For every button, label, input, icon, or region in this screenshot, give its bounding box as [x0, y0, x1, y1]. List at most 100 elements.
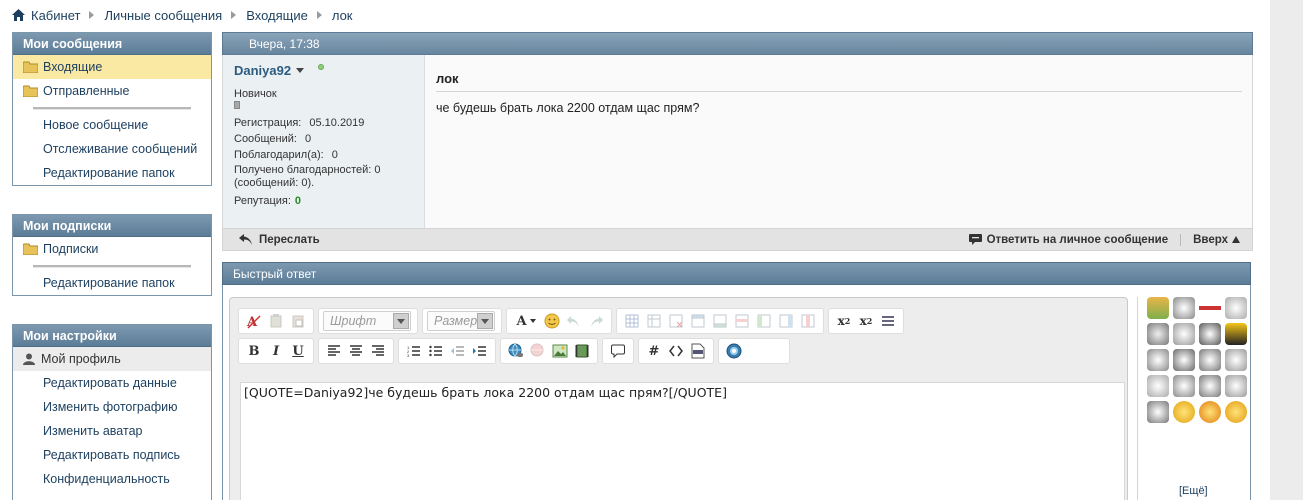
sidebar-link-privacy[interactable]: Конфиденциальность: [13, 467, 211, 491]
row-above-icon[interactable]: [687, 310, 709, 332]
align-right-icon[interactable]: [367, 340, 389, 362]
message-text: че будешь брать лока 2200 отдам щас прям…: [436, 101, 700, 115]
home-icon[interactable]: [12, 9, 25, 21]
toolbar-group: 123: [398, 338, 496, 364]
bold-icon[interactable]: B: [243, 340, 265, 362]
row-delete-icon[interactable]: [731, 310, 753, 332]
video-icon[interactable]: [571, 340, 593, 362]
sidebar-link-edit-signature[interactable]: Редактировать подпись: [13, 443, 211, 467]
meme-face-icon[interactable]: [1199, 349, 1221, 371]
received-thanks: Получено благодарностей: 0: [234, 164, 381, 176]
toolbar-group: Шрифт: [318, 308, 418, 334]
top-button[interactable]: Вверх: [1193, 234, 1240, 246]
subscript-icon[interactable]: x2: [833, 310, 855, 332]
sidebar-item-subscriptions[interactable]: Подписки: [13, 237, 211, 261]
code-icon[interactable]: [665, 340, 687, 362]
denied-icon[interactable]: [1199, 297, 1221, 319]
toolbar-group: x2 x2: [828, 308, 904, 334]
hash-icon[interactable]: #: [643, 340, 665, 362]
preview-icon[interactable]: [723, 340, 745, 362]
superscript-icon[interactable]: x2: [855, 310, 877, 332]
reply-label: Ответить на личное сообщение: [986, 233, 1169, 246]
sidebar-settings-block: Мои настройки Мой профиль Редактировать …: [12, 324, 212, 500]
meme-face-icon[interactable]: [1225, 349, 1247, 371]
sidebar-link-edit-folders[interactable]: Редактирование папок: [13, 271, 211, 295]
meme-face-icon[interactable]: [1199, 323, 1221, 345]
sidebar-link-change-photo[interactable]: Изменить фотографию: [13, 395, 211, 419]
align-left-icon[interactable]: [323, 340, 345, 362]
redo-icon[interactable]: [585, 310, 607, 332]
reg-label: Регистрация:: [234, 117, 302, 129]
meme-face-icon[interactable]: [1173, 375, 1195, 397]
sidebar-link-track-messages[interactable]: Отслеживание сообщений: [13, 137, 211, 161]
breadcrumb-inbox[interactable]: Входящие: [246, 8, 308, 23]
arrow-up-icon: [1232, 236, 1240, 243]
font-select[interactable]: Шрифт: [323, 311, 411, 331]
sidebar-link-change-avatar[interactable]: Изменить аватар: [13, 419, 211, 443]
table-insert-icon[interactable]: [643, 310, 665, 332]
message-body: Daniya92 Новичок Регистрация: 05.10.2019 …: [222, 55, 1253, 228]
col-left-icon[interactable]: [753, 310, 775, 332]
undo-icon[interactable]: [563, 310, 585, 332]
font-color-icon[interactable]: A: [511, 310, 541, 332]
meme-face-icon[interactable]: [1173, 297, 1195, 319]
quote-icon[interactable]: [607, 340, 629, 362]
indent-icon[interactable]: [469, 340, 491, 362]
paste-text-icon[interactable]: [287, 310, 309, 332]
meme-face-icon[interactable]: [1173, 349, 1195, 371]
image-icon[interactable]: [549, 340, 571, 362]
reply-textarea[interactable]: [QUOTE=Daniya92]че будешь брать лока 220…: [240, 382, 1125, 500]
meme-face-icon[interactable]: [1147, 349, 1169, 371]
angry-emoji-icon[interactable]: [1199, 401, 1221, 423]
warning-sign-icon[interactable]: [1225, 323, 1247, 345]
align-center-icon[interactable]: [345, 340, 367, 362]
meme-face-icon[interactable]: [1147, 323, 1169, 345]
underline-icon[interactable]: U: [287, 340, 309, 362]
italic-icon[interactable]: I: [265, 340, 287, 362]
breadcrumb-private-messages[interactable]: Личные сообщения: [104, 8, 222, 23]
user-name-row[interactable]: Daniya92: [234, 63, 424, 78]
meme-face-icon[interactable]: [1225, 297, 1247, 319]
col-right-icon[interactable]: [775, 310, 797, 332]
speech-bubble-icon: [968, 233, 982, 245]
meme-face-icon[interactable]: [1225, 375, 1247, 397]
bullet-list-icon[interactable]: [425, 340, 447, 362]
outdent-icon[interactable]: [447, 340, 469, 362]
sidebar-link-new-message[interactable]: Новое сообщение: [13, 113, 211, 137]
sidebar-item-my-profile[interactable]: Мой профиль: [13, 347, 211, 371]
ordered-list-icon[interactable]: 123: [403, 340, 425, 362]
sidebar-link-edit-data[interactable]: Редактировать данные: [13, 371, 211, 395]
meme-face-icon[interactable]: [1147, 375, 1169, 397]
meme-face-icon[interactable]: [1147, 401, 1169, 423]
meme-face-icon[interactable]: [1199, 375, 1221, 397]
breadcrumb-cabinet[interactable]: Кабинет: [31, 8, 80, 23]
smiley-icon[interactable]: [541, 310, 563, 332]
table-delete-icon[interactable]: [665, 310, 687, 332]
row-below-icon[interactable]: [709, 310, 731, 332]
user-name[interactable]: Daniya92: [234, 63, 291, 78]
meme-face-icon[interactable]: [1173, 323, 1195, 345]
reply-button[interactable]: Ответить на личное сообщение: [968, 233, 1169, 246]
message-user-info: Daniya92 Новичок Регистрация: 05.10.2019 …: [223, 55, 425, 228]
user-rank: Новичок: [234, 88, 277, 100]
troll-face-icon[interactable]: [1147, 297, 1169, 319]
horizontal-rule-icon[interactable]: [877, 310, 899, 332]
more-smilies-link[interactable]: [Ещё]: [1179, 485, 1208, 497]
chevron-down-icon[interactable]: [296, 68, 305, 73]
toolbar-group: [318, 338, 394, 364]
sidebar-item-sent[interactable]: Отправленные: [13, 79, 211, 103]
col-delete-icon[interactable]: [797, 310, 819, 332]
forward-button[interactable]: Переслать: [239, 234, 320, 246]
php-icon[interactable]: [687, 340, 709, 362]
breadcrumb: Кабинет Личные сообщения Входящие лок: [12, 6, 353, 24]
remove-format-icon[interactable]: A: [243, 310, 265, 332]
grin-emoji-icon[interactable]: [1173, 401, 1195, 423]
link-icon[interactable]: [505, 340, 527, 362]
unlink-icon[interactable]: [527, 340, 549, 362]
shocked-emoji-icon[interactable]: [1225, 401, 1247, 423]
sidebar-link-edit-folders[interactable]: Редактирование папок: [13, 161, 211, 185]
table-icon[interactable]: [621, 310, 643, 332]
size-select[interactable]: Размер: [427, 311, 495, 331]
paste-icon[interactable]: [265, 310, 287, 332]
sidebar-item-inbox[interactable]: Входящие: [13, 55, 211, 79]
